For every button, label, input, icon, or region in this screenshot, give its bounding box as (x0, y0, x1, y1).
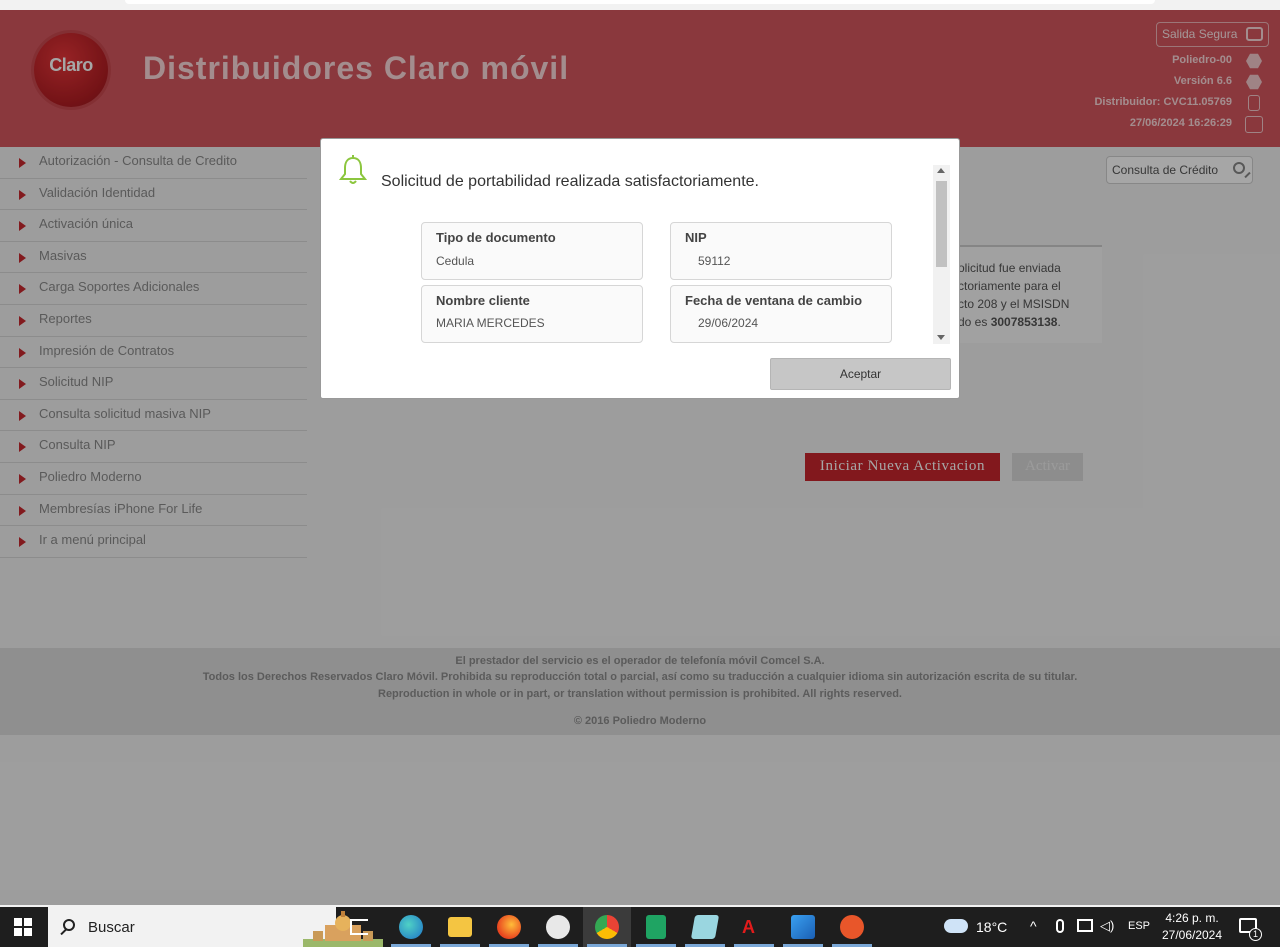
accept-button[interactable]: Aceptar (770, 358, 951, 390)
weather-temperature[interactable]: 18°C (976, 919, 1007, 935)
search-icon (63, 919, 75, 931)
app-icon[interactable] (546, 915, 570, 939)
taskbar-clock[interactable]: 4:26 p. m. 27/06/2024 (1158, 910, 1226, 944)
network-icon[interactable] (1077, 919, 1093, 932)
scroll-up-icon[interactable] (937, 168, 945, 173)
edge-icon[interactable] (399, 915, 423, 939)
windows-start-icon[interactable] (14, 918, 32, 936)
clock-time: 4:26 p. m. (1165, 911, 1219, 925)
firefox-icon[interactable] (497, 915, 521, 939)
change-window-field: Fecha de ventana de cambio 29/06/2024 (670, 285, 892, 343)
nip-field: NIP 59112 (670, 222, 892, 280)
field-label: Nombre cliente (436, 293, 530, 308)
file-explorer-icon[interactable] (448, 917, 472, 937)
notification-count: 1 (1249, 928, 1262, 941)
bell-icon (339, 155, 367, 184)
chevron-up-icon[interactable]: ^ (1030, 918, 1037, 934)
doc-type-field: Tipo de documento Cedula (421, 222, 643, 280)
browser-top-strip (0, 0, 1280, 10)
field-value: 29/06/2024 (698, 316, 759, 330)
field-value: Cedula (436, 254, 475, 268)
clock-date: 27/06/2024 (1161, 928, 1223, 942)
field-label: Tipo de documento (436, 230, 556, 245)
windows-taskbar: Buscar A 18°C ^ ◁) ESP 4:26 p. m. 27/06/… (0, 907, 1280, 947)
snipping-tool-icon[interactable] (840, 915, 864, 939)
scroll-down-icon[interactable] (937, 335, 945, 340)
search-highlight-image (303, 911, 383, 947)
spreadsheet-icon[interactable] (646, 915, 666, 939)
language-indicator[interactable]: ESP (1128, 920, 1150, 932)
taskbar-search[interactable]: Buscar (48, 907, 383, 947)
client-name-field: Nombre cliente MARIA MERCEDES (421, 285, 643, 343)
task-view-icon[interactable] (350, 919, 368, 935)
chrome-icon[interactable] (595, 915, 619, 939)
browser-tab-bar (125, 0, 1155, 4)
notes-icon[interactable] (690, 915, 720, 939)
field-value: 59112 (698, 254, 731, 268)
scroll-thumb[interactable] (936, 181, 947, 267)
photos-icon[interactable] (791, 915, 815, 939)
acrobat-icon[interactable]: A (742, 915, 766, 939)
dialog-message: Solicitud de portabilidad realizada sati… (381, 173, 759, 190)
field-value: MARIA MERCEDES (436, 316, 545, 330)
search-placeholder: Buscar (88, 919, 135, 936)
dialog-scrollbar[interactable] (933, 165, 950, 344)
field-label: NIP (685, 230, 707, 245)
weather-icon[interactable] (944, 919, 968, 933)
success-dialog: Solicitud de portabilidad realizada sati… (320, 138, 960, 399)
speaker-icon[interactable]: ◁) (1100, 918, 1114, 934)
microphone-icon[interactable] (1056, 919, 1064, 933)
field-label: Fecha de ventana de cambio (685, 293, 863, 308)
